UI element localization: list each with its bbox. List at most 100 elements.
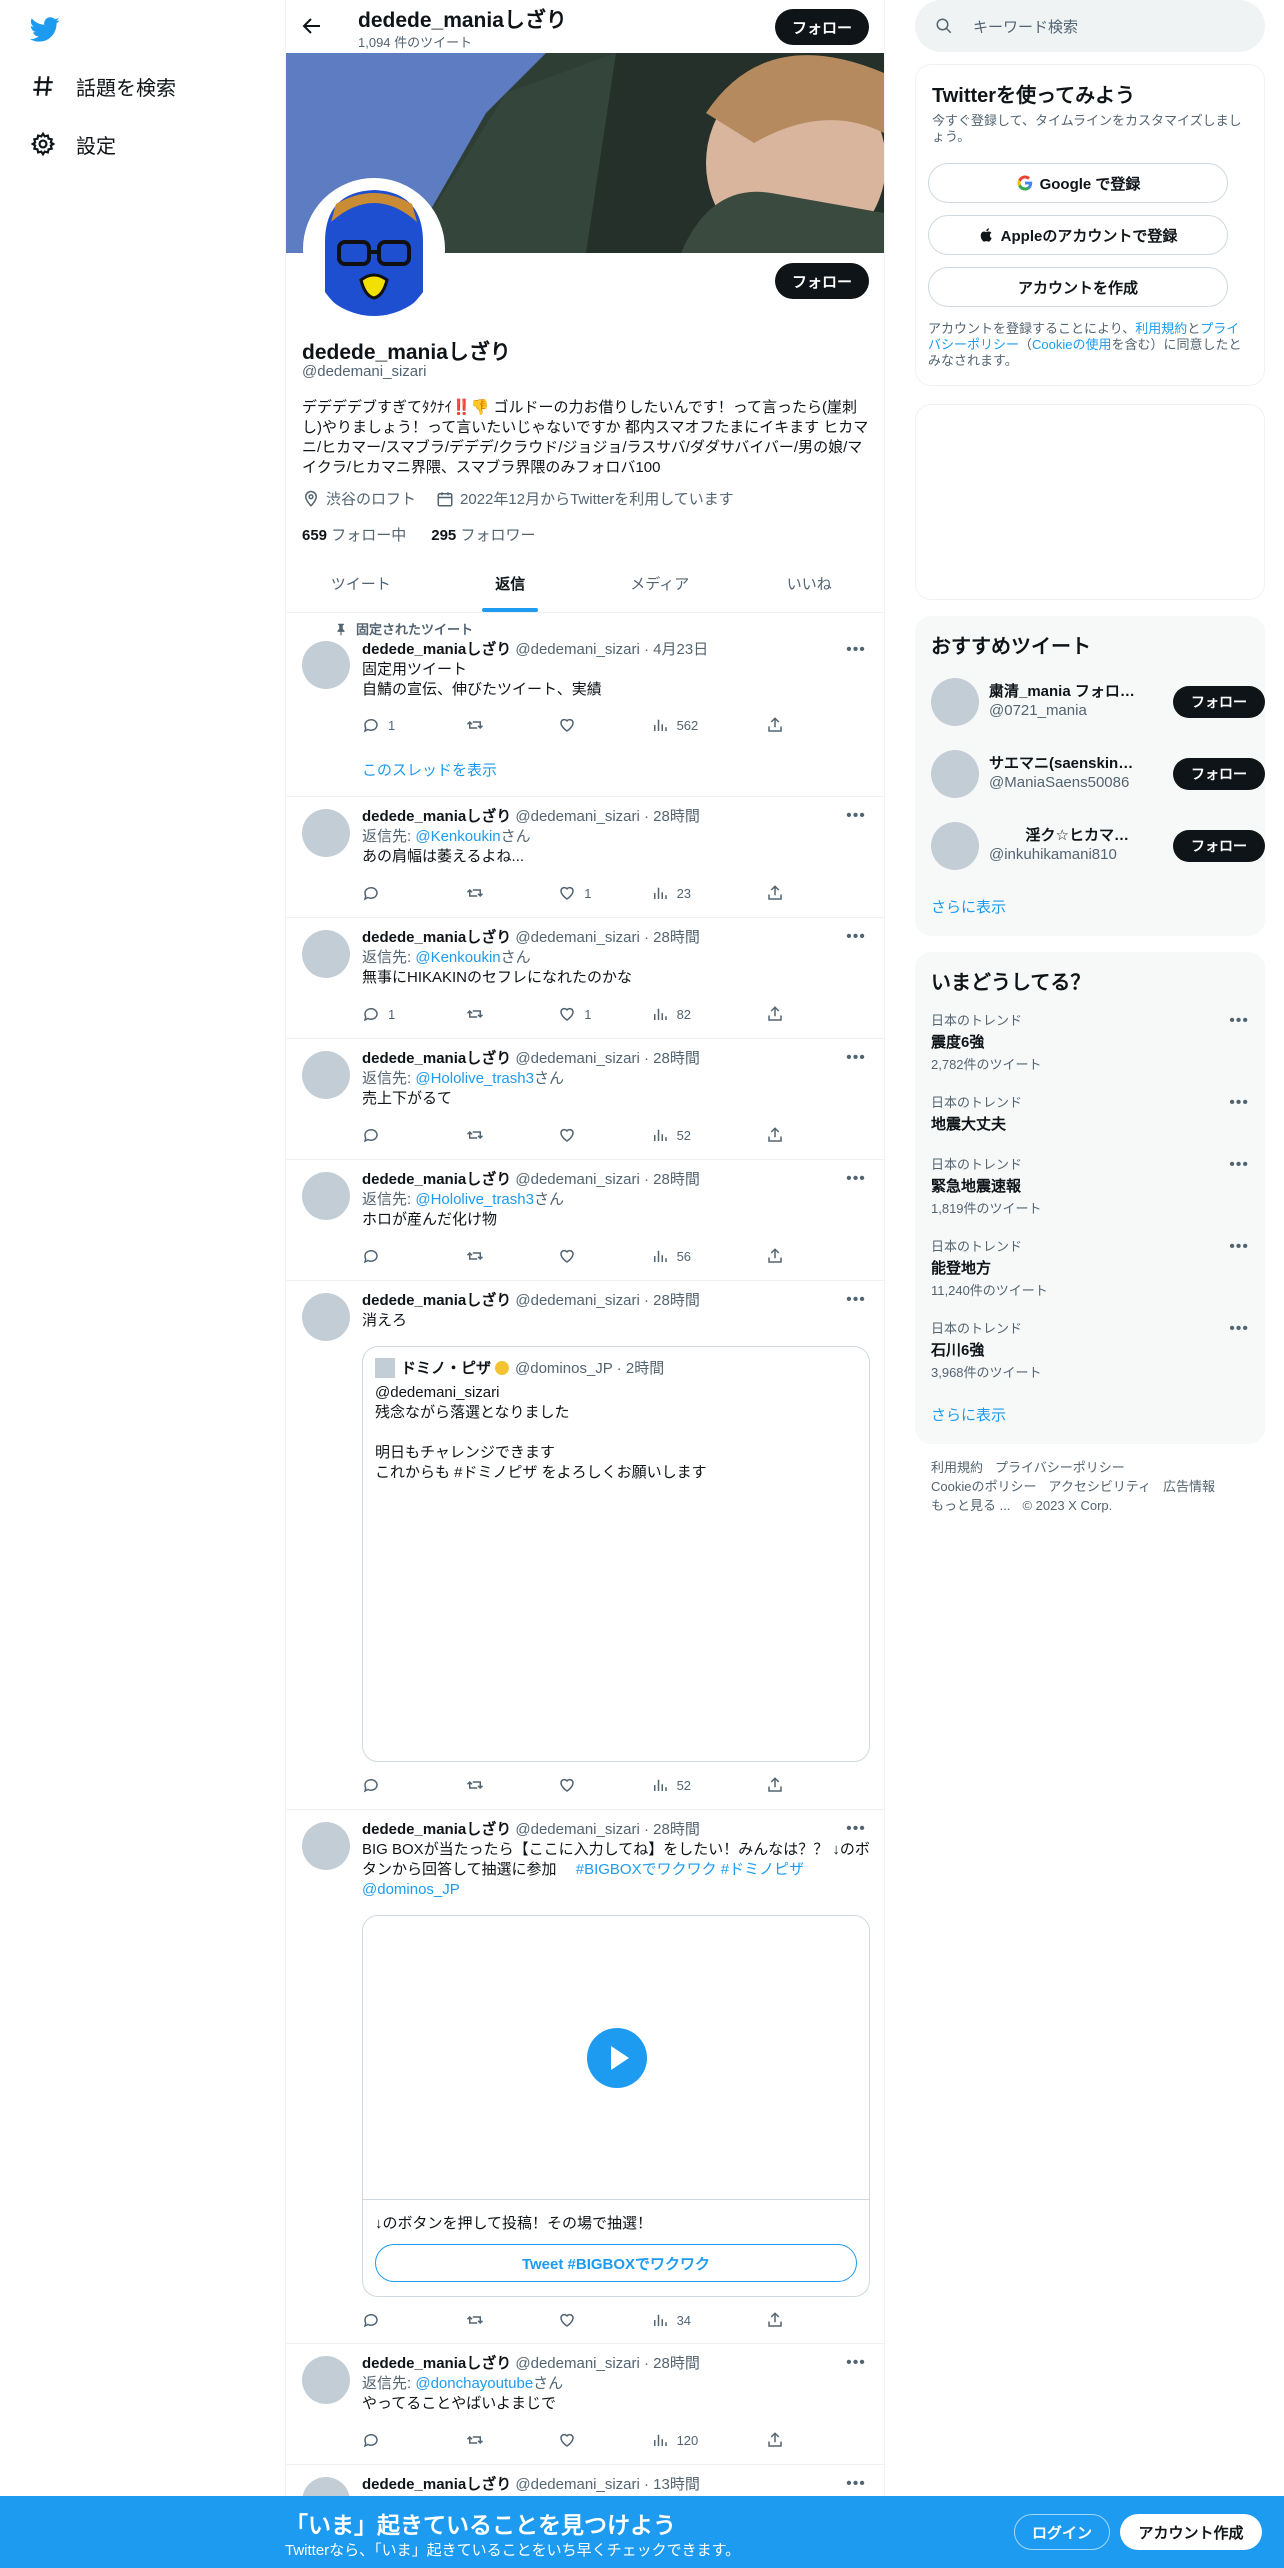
recommend-follow-button[interactable]: フォロー: [1173, 758, 1265, 790]
recommend-follow-button[interactable]: フォロー: [1173, 830, 1265, 862]
back-arrow-icon[interactable]: [300, 14, 326, 40]
header-follow-button[interactable]: フォロー: [775, 9, 869, 45]
reply-to-mention[interactable]: @Kenkoukin: [415, 949, 500, 966]
retweet-button[interactable]: [466, 2430, 558, 2450]
reply-button[interactable]: [362, 883, 466, 903]
tab-likes[interactable]: いいね: [735, 555, 885, 612]
like-button[interactable]: [558, 1246, 650, 1266]
like-button[interactable]: 1: [558, 883, 650, 903]
reply-to-mention[interactable]: @Hololive_trash3: [415, 1191, 534, 1208]
tweet[interactable]: ••• dedede_maniaしざり @dedemani_sizari · 2…: [286, 797, 884, 918]
tweet-with-card[interactable]: ••• dedede_maniaしざり @dedemani_sizari · 2…: [286, 1810, 884, 2344]
card-video[interactable]: [363, 1916, 869, 2200]
login-button[interactable]: ログイン: [1014, 2514, 1110, 2550]
tab-replies[interactable]: 返信: [436, 555, 586, 612]
recommend-show-more[interactable]: さらに表示: [931, 896, 1006, 917]
reply-button[interactable]: [362, 1246, 466, 1266]
signup-button[interactable]: アカウント作成: [1120, 2514, 1262, 2550]
tweet-pinned[interactable]: 固定されたツイート ••• dedede_maniaしざり @dedemani_…: [286, 613, 884, 797]
tweet-with-quote[interactable]: ••• dedede_maniaしざり @dedemani_sizari · 2…: [286, 1281, 884, 1810]
avatar[interactable]: [302, 1172, 350, 1220]
poll-card[interactable]: ↓のボタンを押して投稿！その場で抽選！ Tweet #BIGBOXでワクワク: [362, 1915, 870, 2297]
avatar[interactable]: [302, 930, 350, 978]
avatar[interactable]: [302, 1051, 350, 1099]
retweet-button[interactable]: [466, 883, 558, 903]
recommend-user[interactable]: 淫ク☆ヒカマ… @inkuhikamani810 フォロー: [931, 820, 1265, 872]
reply-button[interactable]: 1: [362, 715, 466, 735]
reply-to-mention[interactable]: @Kenkoukin: [415, 828, 500, 845]
tweet-author-name[interactable]: dedede_maniaしざり: [362, 1821, 511, 1838]
nav-explore[interactable]: 話題を検索: [28, 66, 176, 106]
trends-show-more[interactable]: さらに表示: [931, 1404, 1006, 1425]
footer-ads[interactable]: 広告情報: [1163, 1479, 1215, 1494]
views-button[interactable]: 82: [651, 1004, 766, 1024]
more-icon[interactable]: •••: [1229, 1094, 1249, 1112]
play-icon[interactable]: [587, 2028, 647, 2088]
share-button[interactable]: [766, 2310, 792, 2330]
trend-item[interactable]: 日本のトレンド 能登地方 11,240件のツイート •••: [931, 1236, 1249, 1299]
following-link[interactable]: 659 フォロー中: [302, 527, 406, 544]
retweet-button[interactable]: [466, 1004, 558, 1024]
footer-privacy[interactable]: プライバシーポリシー: [995, 1460, 1125, 1475]
tweet-author-name[interactable]: dedede_maniaしざり: [362, 641, 511, 658]
reply-button[interactable]: [362, 2430, 466, 2450]
quoted-tweet[interactable]: ドミノ・ピザ @dominos_JP · 2時間 @dedemani_sizar…: [362, 1346, 870, 1762]
share-button[interactable]: [766, 1775, 792, 1795]
like-button[interactable]: [558, 2430, 650, 2450]
more-icon[interactable]: •••: [1229, 1156, 1249, 1174]
terms-link[interactable]: 利用規約: [1135, 321, 1187, 336]
recommend-user[interactable]: 粛清_mania フォロ… @0721_mania フォロー: [931, 676, 1265, 728]
apple-signup-button[interactable]: Appleのアカウントで登録: [928, 215, 1228, 255]
tweet-mention[interactable]: @dominos_JP: [362, 1881, 460, 1898]
tab-tweets[interactable]: ツイート: [286, 555, 436, 612]
follow-button[interactable]: フォロー: [775, 263, 869, 299]
views-button[interactable]: 52: [651, 1775, 766, 1795]
avatar[interactable]: [302, 2356, 350, 2404]
tweet-author-name[interactable]: dedede_maniaしざり: [362, 2476, 511, 2493]
more-icon[interactable]: •••: [1229, 1320, 1249, 1338]
twitter-bird-icon[interactable]: [28, 14, 62, 44]
retweet-button[interactable]: [466, 715, 558, 735]
more-icon[interactable]: •••: [1229, 1012, 1249, 1030]
retweet-button[interactable]: [466, 2310, 558, 2330]
tweet[interactable]: ••• dedede_maniaしざり @dedemani_sizari · 2…: [286, 2344, 884, 2465]
views-button[interactable]: 120: [651, 2430, 766, 2450]
avatar[interactable]: [302, 1293, 350, 1341]
footer-cookie[interactable]: Cookieのポリシー: [931, 1479, 1036, 1494]
recommend-follow-button[interactable]: フォロー: [1173, 686, 1265, 718]
nav-settings[interactable]: 設定: [28, 124, 116, 164]
footer-more[interactable]: もっと見る ...: [931, 1498, 1010, 1513]
reply-button[interactable]: 1: [362, 1004, 466, 1024]
share-button[interactable]: [766, 1004, 792, 1024]
footer-accessibility[interactable]: アクセシビリティ: [1048, 1479, 1151, 1494]
avatar[interactable]: [931, 678, 979, 726]
avatar[interactable]: [931, 750, 979, 798]
views-button[interactable]: 52: [651, 1125, 766, 1145]
footer-terms[interactable]: 利用規約: [931, 1460, 983, 1475]
tweet-hashtags[interactable]: #BIGBOXでワクワク #ドミノピザ: [576, 1861, 804, 1878]
avatar[interactable]: [302, 641, 350, 689]
like-button[interactable]: [558, 1125, 650, 1145]
tweet-author-name[interactable]: dedede_maniaしざり: [362, 1292, 511, 1309]
views-button[interactable]: 34: [651, 2310, 766, 2330]
like-button[interactable]: [558, 1775, 650, 1795]
reply-to-mention[interactable]: @Hololive_trash3: [415, 1070, 534, 1087]
create-account-button[interactable]: アカウントを作成: [928, 267, 1228, 307]
tweet[interactable]: ••• dedede_maniaしざり @dedemani_sizari · 2…: [286, 1039, 884, 1160]
avatar[interactable]: [302, 809, 350, 857]
reply-button[interactable]: [362, 1775, 466, 1795]
avatar[interactable]: [931, 822, 979, 870]
followers-link[interactable]: 295 フォロワー: [431, 527, 535, 544]
avatar[interactable]: [302, 1822, 350, 1870]
tweet-author-name[interactable]: dedede_maniaしざり: [362, 929, 511, 946]
share-button[interactable]: [766, 1125, 792, 1145]
tab-media[interactable]: メディア: [585, 555, 735, 612]
more-icon[interactable]: •••: [1229, 1238, 1249, 1256]
views-button[interactable]: 23: [651, 883, 766, 903]
share-button[interactable]: [766, 883, 792, 903]
recommend-user[interactable]: サエマニ(saenskin_… @ManiaSaens50086 フォロー: [931, 748, 1265, 800]
like-button[interactable]: [558, 2310, 650, 2330]
tweet-author-name[interactable]: dedede_maniaしざり: [362, 808, 511, 825]
share-button[interactable]: [766, 2430, 792, 2450]
profile-avatar[interactable]: [303, 178, 445, 320]
